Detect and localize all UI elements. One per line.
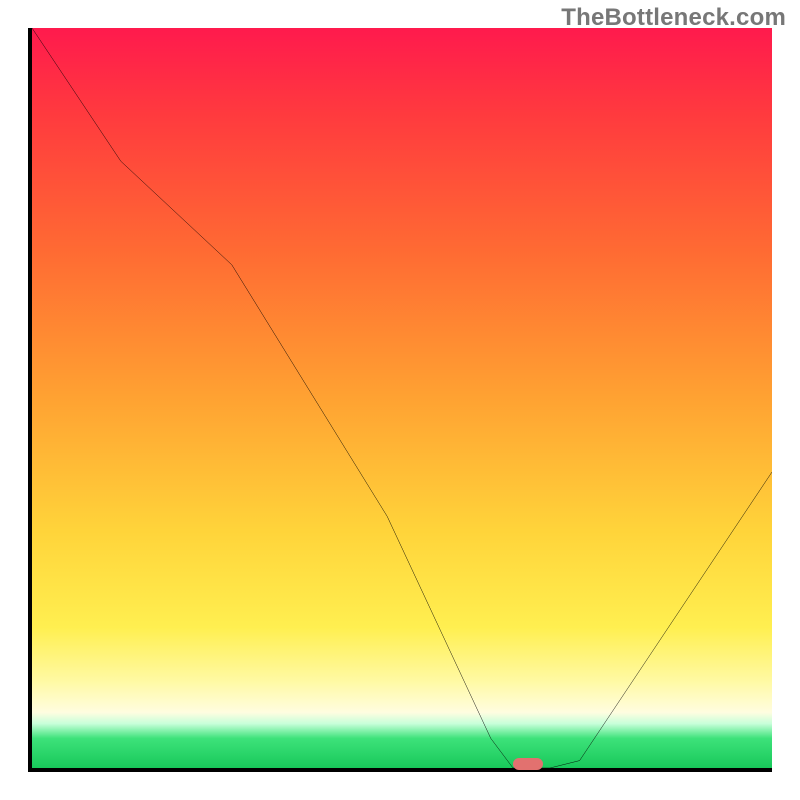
bottleneck-gradient (32, 28, 772, 768)
chart-container: TheBottleneck.com (0, 0, 800, 800)
plot-area (28, 28, 772, 772)
